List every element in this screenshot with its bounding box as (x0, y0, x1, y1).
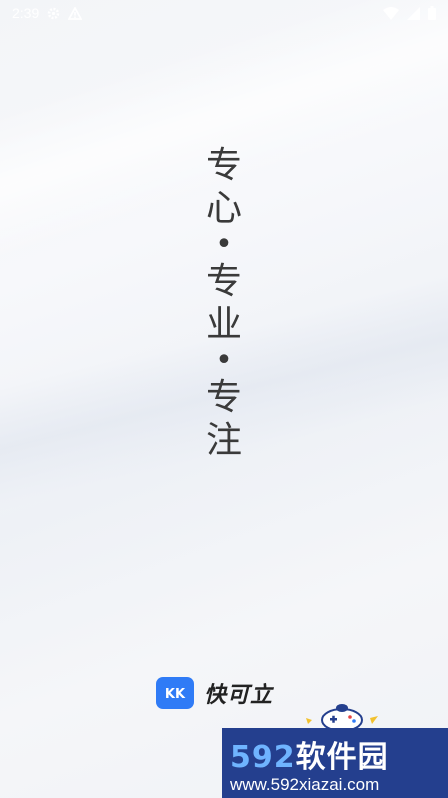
app-name: 快可立 (204, 683, 274, 708)
brand-block: KK 快可立 (156, 677, 273, 709)
slogan-char: 专 (205, 261, 242, 302)
watermark-title: 592软件园 (230, 732, 389, 776)
slogan-char: 注 (205, 420, 242, 461)
status-time: 2:39 (12, 5, 40, 21)
status-bar-right (383, 6, 436, 20)
watermark-url: www.592xiazai.com (230, 775, 380, 794)
settings-gear-icon (47, 7, 60, 20)
kk-logo-glyph: KK (165, 687, 186, 700)
status-bar-left: 2:39 (12, 5, 83, 21)
app-logo-icon: KK (156, 677, 194, 709)
signal-icon (407, 6, 420, 20)
slogan-char: 专 (205, 377, 242, 418)
warning-triangle-icon (68, 6, 83, 20)
watermark-number: 592 (230, 740, 296, 775)
slogan-separator-dot: • (215, 227, 233, 262)
slogan-separator-dot: • (215, 343, 233, 378)
svg-text:KK: KK (165, 687, 186, 700)
watermark-text: 软件园 (295, 740, 389, 775)
slogan-char: 专 (205, 145, 242, 186)
wifi-icon (383, 6, 399, 20)
slogan-char: 业 (205, 304, 242, 345)
slogan-char: 心 (205, 188, 242, 229)
battery-icon (428, 6, 436, 20)
site-watermark: 592软件园 www.592xiazai.com (222, 728, 448, 798)
vertical-slogan: 专 心 • 专 业 • 专 注 (202, 144, 246, 462)
status-bar: 2:39 (0, 0, 448, 26)
